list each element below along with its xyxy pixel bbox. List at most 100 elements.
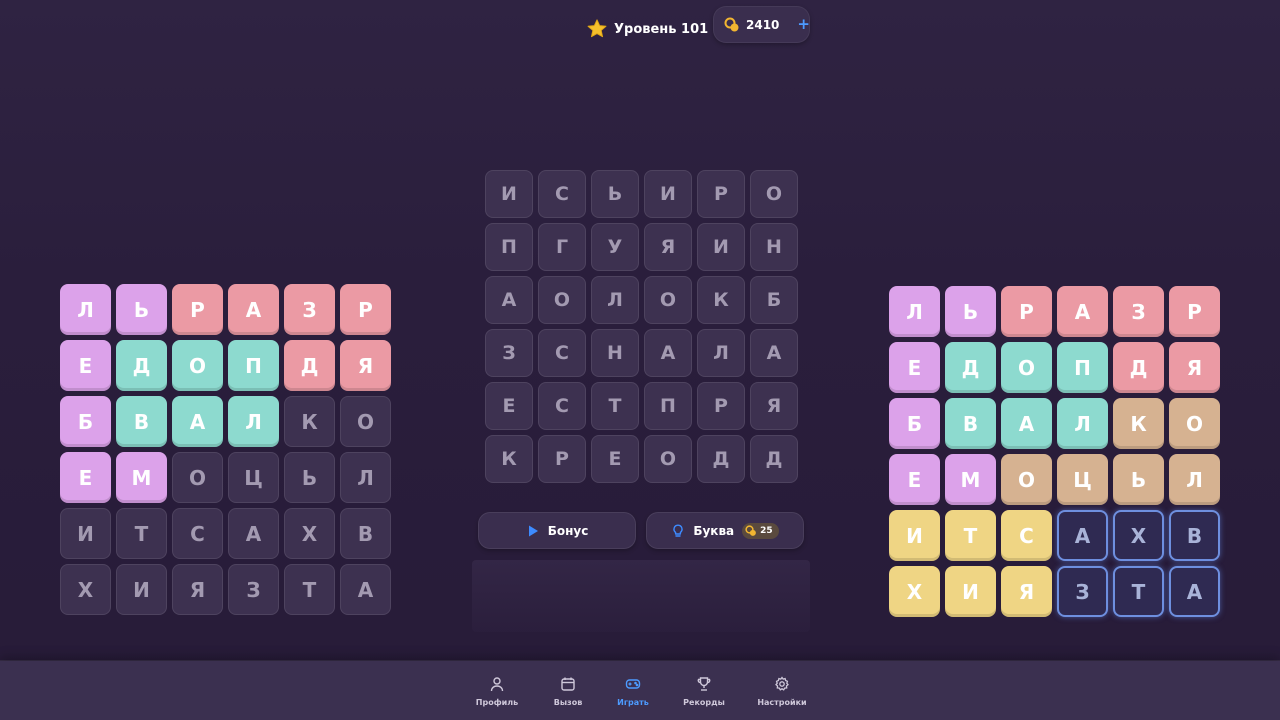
letter-tile[interactable]: Ц (228, 452, 279, 503)
letter-tile[interactable]: О (340, 396, 391, 447)
letter-hint-button[interactable]: Буква 25 (646, 512, 804, 549)
letter-tile[interactable]: С (538, 329, 586, 377)
letter-tile[interactable]: Р (1001, 286, 1052, 337)
letter-tile[interactable]: Я (172, 564, 223, 615)
letter-tile[interactable]: А (485, 276, 533, 324)
letter-tile[interactable]: Ь (1113, 454, 1164, 505)
letter-tile[interactable]: Е (591, 435, 639, 483)
letter-tile[interactable]: Х (284, 508, 335, 559)
letter-tile[interactable]: Р (697, 382, 745, 430)
letter-tile[interactable]: Л (60, 284, 111, 335)
letter-tile[interactable]: А (228, 508, 279, 559)
letter-tile[interactable]: З (485, 329, 533, 377)
letter-tile[interactable]: Д (116, 340, 167, 391)
letter-tile[interactable]: Т (284, 564, 335, 615)
letter-tile[interactable]: Д (284, 340, 335, 391)
letter-tile[interactable]: Т (945, 510, 996, 561)
letter-tile[interactable]: К (697, 276, 745, 324)
letter-tile[interactable]: О (538, 276, 586, 324)
coin-balance[interactable]: 2410 + (713, 6, 810, 43)
letter-tile[interactable]: З (228, 564, 279, 615)
letter-tile[interactable]: Г (538, 223, 586, 271)
bonus-button[interactable]: Бонус (478, 512, 636, 549)
letter-tile[interactable]: О (644, 276, 692, 324)
letter-tile[interactable]: Р (340, 284, 391, 335)
letter-tile[interactable]: К (284, 396, 335, 447)
letter-tile[interactable]: С (1001, 510, 1052, 561)
letter-tile[interactable]: Л (1057, 398, 1108, 449)
letter-tile[interactable]: О (1001, 454, 1052, 505)
nav-item-profile[interactable]: Профиль (462, 676, 532, 707)
letter-tile[interactable]: Л (1169, 454, 1220, 505)
letter-tile[interactable]: Я (340, 340, 391, 391)
letter-tile[interactable]: А (750, 329, 798, 377)
letter-tile[interactable]: И (889, 510, 940, 561)
nav-item-play[interactable]: Играть (598, 676, 668, 707)
letter-tile[interactable]: И (485, 170, 533, 218)
letter-tile[interactable]: М (945, 454, 996, 505)
letter-tile[interactable]: Н (591, 329, 639, 377)
letter-tile[interactable]: Ь (945, 286, 996, 337)
letter-tile[interactable]: О (644, 435, 692, 483)
letter-tile[interactable]: О (1169, 398, 1220, 449)
letter-tile[interactable]: О (750, 170, 798, 218)
letter-tile[interactable]: К (1113, 398, 1164, 449)
letter-tile[interactable]: Х (1113, 510, 1164, 561)
letter-tile[interactable]: Д (1113, 342, 1164, 393)
letter-tile[interactable]: А (172, 396, 223, 447)
nav-item-challenge[interactable]: Вызов (533, 676, 603, 707)
letter-tile[interactable]: П (1057, 342, 1108, 393)
letter-tile[interactable]: Б (750, 276, 798, 324)
letter-tile[interactable]: Д (750, 435, 798, 483)
letter-tile[interactable]: И (116, 564, 167, 615)
letter-tile[interactable]: А (1057, 286, 1108, 337)
letter-tile[interactable]: О (172, 452, 223, 503)
letter-tile[interactable]: А (1169, 566, 1220, 617)
letter-tile[interactable]: Т (591, 382, 639, 430)
letter-tile[interactable]: З (284, 284, 335, 335)
letter-tile[interactable]: Е (889, 342, 940, 393)
letter-tile[interactable]: Ь (284, 452, 335, 503)
letter-tile[interactable]: М (116, 452, 167, 503)
letter-tile[interactable]: Е (60, 452, 111, 503)
letter-tile[interactable]: Б (889, 398, 940, 449)
letter-tile[interactable]: В (340, 508, 391, 559)
letter-tile[interactable]: И (697, 223, 745, 271)
letter-tile[interactable]: Я (750, 382, 798, 430)
letter-tile[interactable]: А (1057, 510, 1108, 561)
letter-tile[interactable]: З (1113, 286, 1164, 337)
letter-tile[interactable]: Т (116, 508, 167, 559)
letter-tile[interactable]: И (945, 566, 996, 617)
letter-tile[interactable]: Д (697, 435, 745, 483)
letter-tile[interactable]: Е (889, 454, 940, 505)
letter-tile[interactable]: А (228, 284, 279, 335)
letter-tile[interactable]: П (228, 340, 279, 391)
letter-tile[interactable]: Л (889, 286, 940, 337)
letter-tile[interactable]: И (60, 508, 111, 559)
letter-tile[interactable]: Р (172, 284, 223, 335)
letter-tile[interactable]: Ц (1057, 454, 1108, 505)
letter-tile[interactable]: Д (945, 342, 996, 393)
letter-tile[interactable]: Б (60, 396, 111, 447)
letter-tile[interactable]: Х (60, 564, 111, 615)
letter-tile[interactable]: У (591, 223, 639, 271)
letter-tile[interactable]: О (1001, 342, 1052, 393)
letter-tile[interactable]: О (172, 340, 223, 391)
letter-tile[interactable]: Ь (591, 170, 639, 218)
letter-tile[interactable]: З (1057, 566, 1108, 617)
letter-tile[interactable]: Я (1169, 342, 1220, 393)
letter-tile[interactable]: П (485, 223, 533, 271)
letter-tile[interactable]: Л (340, 452, 391, 503)
letter-tile[interactable]: С (172, 508, 223, 559)
letter-tile[interactable]: А (340, 564, 391, 615)
letter-tile[interactable]: С (538, 170, 586, 218)
letter-tile[interactable]: В (1169, 510, 1220, 561)
letter-tile[interactable]: В (116, 396, 167, 447)
letter-tile[interactable]: Р (697, 170, 745, 218)
letter-tile[interactable]: Р (538, 435, 586, 483)
letter-tile[interactable]: Л (697, 329, 745, 377)
letter-tile[interactable]: Ь (116, 284, 167, 335)
nav-item-settings[interactable]: Настройки (747, 676, 817, 707)
letter-tile[interactable]: Я (1001, 566, 1052, 617)
letter-tile[interactable]: А (1001, 398, 1052, 449)
